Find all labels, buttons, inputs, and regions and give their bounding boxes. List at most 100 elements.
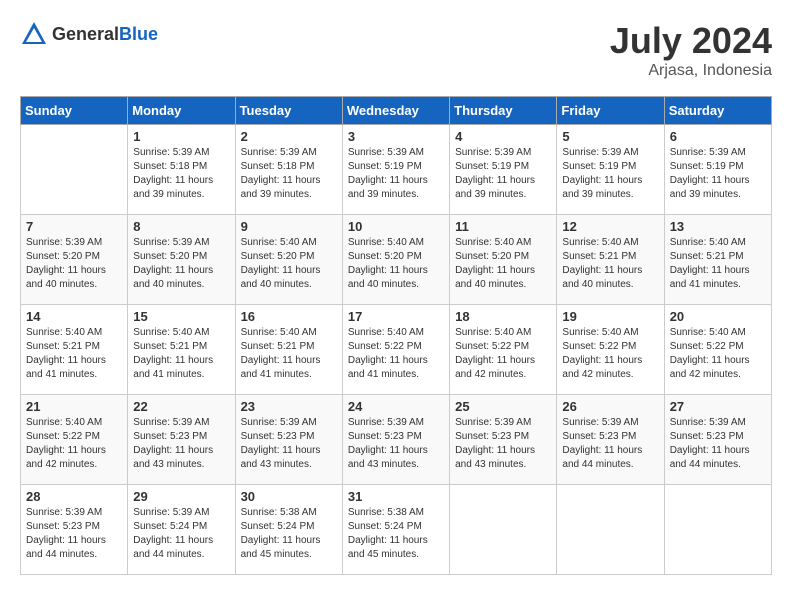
logo-icon [20,20,48,48]
day-info: Sunrise: 5:39 AM Sunset: 5:24 PM Dayligh… [133,506,229,562]
calendar-cell: 7 Sunrise: 5:39 AM Sunset: 5:20 PM Daylig… [21,215,128,305]
header-friday: Friday [557,97,664,125]
calendar-cell: 2 Sunrise: 5:39 AM Sunset: 5:18 PM Daylig… [235,125,342,215]
header-monday: Monday [128,97,235,125]
calendar-cell [450,485,557,575]
calendar-cell: 30 Sunrise: 5:38 AM Sunset: 5:24 PM Dayli… [235,485,342,575]
day-info: Sunrise: 5:40 AM Sunset: 5:21 PM Dayligh… [562,236,658,292]
calendar-cell: 4 Sunrise: 5:39 AM Sunset: 5:19 PM Daylig… [450,125,557,215]
calendar-cell: 26Sunrise: 5:39 AM Sunset: 5:23 PM Dayli… [557,395,664,485]
calendar-week-2: 7 Sunrise: 5:39 AM Sunset: 5:20 PM Daylig… [21,215,772,305]
calendar-cell [664,485,771,575]
day-number: 7 [26,219,122,234]
calendar-cell [21,125,128,215]
day-number: 5 [562,129,658,144]
day-info: Sunrise: 5:40 AM Sunset: 5:22 PM Dayligh… [455,326,551,382]
day-number: 29 [133,489,229,504]
header-saturday: Saturday [664,97,771,125]
day-number: 3 [348,129,444,144]
day-info: Sunrise: 5:40 AM Sunset: 5:21 PM Dayligh… [670,236,766,292]
logo: GeneralBlue [20,20,158,48]
day-number: 4 [455,129,551,144]
day-info: Sunrise: 5:39 AM Sunset: 5:23 PM Dayligh… [562,416,658,472]
day-number: 27 [670,399,766,414]
day-info: Sunrise: 5:39 AM Sunset: 5:20 PM Dayligh… [26,236,122,292]
header-wednesday: Wednesday [342,97,449,125]
calendar-cell: 27 Sunrise: 5:39 AM Sunset: 5:23 PM Dayli… [664,395,771,485]
calendar-cell: 31 Sunrise: 5:38 AM Sunset: 5:24 PM Dayli… [342,485,449,575]
day-info: Sunrise: 5:40 AM Sunset: 5:22 PM Dayligh… [348,326,444,382]
day-number: 18 [455,309,551,324]
day-number: 25 [455,399,551,414]
day-number: 28 [26,489,122,504]
day-info: Sunrise: 5:39 AM Sunset: 5:23 PM Dayligh… [26,506,122,562]
day-number: 30 [241,489,337,504]
calendar-cell: 11Sunrise: 5:40 AM Sunset: 5:20 PM Dayli… [450,215,557,305]
day-number: 16 [241,309,337,324]
day-number: 19 [562,309,658,324]
calendar-cell: 12Sunrise: 5:40 AM Sunset: 5:21 PM Dayli… [557,215,664,305]
day-number: 13 [670,219,766,234]
day-info: Sunrise: 5:39 AM Sunset: 5:19 PM Dayligh… [348,146,444,202]
calendar-cell: 13 Sunrise: 5:40 AM Sunset: 5:21 PM Dayli… [664,215,771,305]
day-info: Sunrise: 5:39 AM Sunset: 5:23 PM Dayligh… [455,416,551,472]
day-info: Sunrise: 5:39 AM Sunset: 5:18 PM Dayligh… [241,146,337,202]
calendar-cell: 17 Sunrise: 5:40 AM Sunset: 5:22 PM Dayli… [342,305,449,395]
page-header: GeneralBlue July 2024 Arjasa, Indonesia [20,20,772,80]
day-number: 31 [348,489,444,504]
day-number: 15 [133,309,229,324]
logo-text-general: General [52,24,119,44]
day-number: 14 [26,309,122,324]
day-info: Sunrise: 5:39 AM Sunset: 5:23 PM Dayligh… [133,416,229,472]
day-info: Sunrise: 5:40 AM Sunset: 5:21 PM Dayligh… [133,326,229,382]
day-number: 6 [670,129,766,144]
day-info: Sunrise: 5:40 AM Sunset: 5:20 PM Dayligh… [348,236,444,292]
day-number: 17 [348,309,444,324]
calendar-week-4: 21 Sunrise: 5:40 AM Sunset: 5:22 PM Dayli… [21,395,772,485]
calendar-week-3: 14 Sunrise: 5:40 AM Sunset: 5:21 PM Dayli… [21,305,772,395]
header-tuesday: Tuesday [235,97,342,125]
day-info: Sunrise: 5:40 AM Sunset: 5:21 PM Dayligh… [241,326,337,382]
calendar-cell: 14 Sunrise: 5:40 AM Sunset: 5:21 PM Dayli… [21,305,128,395]
day-info: Sunrise: 5:39 AM Sunset: 5:19 PM Dayligh… [670,146,766,202]
day-number: 9 [241,219,337,234]
calendar-cell [557,485,664,575]
calendar-cell: 20 Sunrise: 5:40 AM Sunset: 5:22 PM Dayli… [664,305,771,395]
day-info: Sunrise: 5:39 AM Sunset: 5:23 PM Dayligh… [670,416,766,472]
day-info: Sunrise: 5:40 AM Sunset: 5:22 PM Dayligh… [26,416,122,472]
calendar-table: SundayMondayTuesdayWednesdayThursdayFrid… [20,96,772,575]
day-info: Sunrise: 5:38 AM Sunset: 5:24 PM Dayligh… [348,506,444,562]
day-info: Sunrise: 5:38 AM Sunset: 5:24 PM Dayligh… [241,506,337,562]
day-info: Sunrise: 5:39 AM Sunset: 5:18 PM Dayligh… [133,146,229,202]
day-info: Sunrise: 5:39 AM Sunset: 5:19 PM Dayligh… [455,146,551,202]
day-number: 21 [26,399,122,414]
month-title: July 2024 [610,20,772,62]
header-sunday: Sunday [21,97,128,125]
day-number: 11 [455,219,551,234]
day-number: 20 [670,309,766,324]
header-thursday: Thursday [450,97,557,125]
day-number: 10 [348,219,444,234]
day-info: Sunrise: 5:40 AM Sunset: 5:22 PM Dayligh… [670,326,766,382]
day-number: 1 [133,129,229,144]
day-number: 23 [241,399,337,414]
calendar-cell: 5Sunrise: 5:39 AM Sunset: 5:19 PM Daylig… [557,125,664,215]
calendar-cell: 3 Sunrise: 5:39 AM Sunset: 5:19 PM Daylig… [342,125,449,215]
day-number: 22 [133,399,229,414]
calendar-cell: 25 Sunrise: 5:39 AM Sunset: 5:23 PM Dayli… [450,395,557,485]
calendar-cell: 6 Sunrise: 5:39 AM Sunset: 5:19 PM Daylig… [664,125,771,215]
calendar-cell: 9 Sunrise: 5:40 AM Sunset: 5:20 PM Daylig… [235,215,342,305]
calendar-cell: 18 Sunrise: 5:40 AM Sunset: 5:22 PM Dayli… [450,305,557,395]
day-info: Sunrise: 5:40 AM Sunset: 5:20 PM Dayligh… [241,236,337,292]
calendar-cell: 16 Sunrise: 5:40 AM Sunset: 5:21 PM Dayli… [235,305,342,395]
calendar-header-row: SundayMondayTuesdayWednesdayThursdayFrid… [21,97,772,125]
location-title: Arjasa, Indonesia [610,62,772,80]
calendar-cell: 28 Sunrise: 5:39 AM Sunset: 5:23 PM Dayli… [21,485,128,575]
calendar-cell: 8Sunrise: 5:39 AM Sunset: 5:20 PM Daylig… [128,215,235,305]
calendar-cell: 24Sunrise: 5:39 AM Sunset: 5:23 PM Dayli… [342,395,449,485]
day-info: Sunrise: 5:39 AM Sunset: 5:20 PM Dayligh… [133,236,229,292]
title-area: July 2024 Arjasa, Indonesia [610,20,772,80]
calendar-cell: 22 Sunrise: 5:39 AM Sunset: 5:23 PM Dayli… [128,395,235,485]
day-info: Sunrise: 5:40 AM Sunset: 5:21 PM Dayligh… [26,326,122,382]
day-number: 2 [241,129,337,144]
